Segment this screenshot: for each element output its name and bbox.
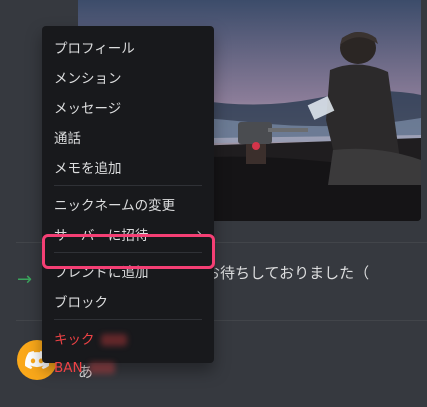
menu-item-change-nickname[interactable]: ニックネームの変更 [50, 189, 206, 219]
menu-item-label: BAN [54, 360, 83, 376]
join-message-text: お待ちしておりました（ [205, 264, 370, 282]
blurred-username [88, 362, 115, 374]
menu-separator [54, 185, 202, 186]
menu-item-label: メンション [54, 71, 122, 87]
menu-item-label: キック [54, 332, 95, 348]
menu-item-label: メモを追加 [54, 161, 122, 177]
menu-item-label: フレンドに追加 [54, 265, 149, 281]
menu-item-add-friend[interactable]: フレンドに追加 [50, 256, 206, 286]
menu-item-message[interactable]: メッセージ [50, 92, 206, 122]
menu-item-label: ブロック [54, 295, 108, 311]
menu-item-label: サーバーに招待 [54, 228, 149, 244]
arrow-right-icon: → [17, 269, 33, 290]
menu-item-profile[interactable]: プロフィール [50, 32, 206, 62]
blurred-username [100, 334, 127, 346]
menu-separator [54, 252, 202, 253]
user-context-menu: プロフィール メンション メッセージ 通話 メモを追加 ニックネームの変更 サー… [42, 26, 214, 376]
menu-item-label: ニックネームの変更 [54, 198, 176, 214]
menu-separator [54, 319, 202, 320]
menu-item-label: 通話 [54, 131, 81, 147]
menu-item-mention[interactable]: メンション [50, 62, 206, 92]
menu-item-block[interactable]: ブロック [50, 286, 206, 316]
menu-item-label: メッセージ [54, 101, 122, 117]
chevron-right-icon: › [196, 226, 202, 242]
menu-item-ban[interactable]: BAN [50, 353, 206, 383]
menu-item-add-note[interactable]: メモを追加 [50, 152, 206, 182]
menu-item-invite-to-server[interactable]: サーバーに招待 › [50, 219, 206, 249]
menu-item-call[interactable]: 通話 [50, 122, 206, 152]
menu-item-kick[interactable]: キック [50, 323, 206, 353]
menu-item-label: プロフィール [54, 41, 135, 57]
